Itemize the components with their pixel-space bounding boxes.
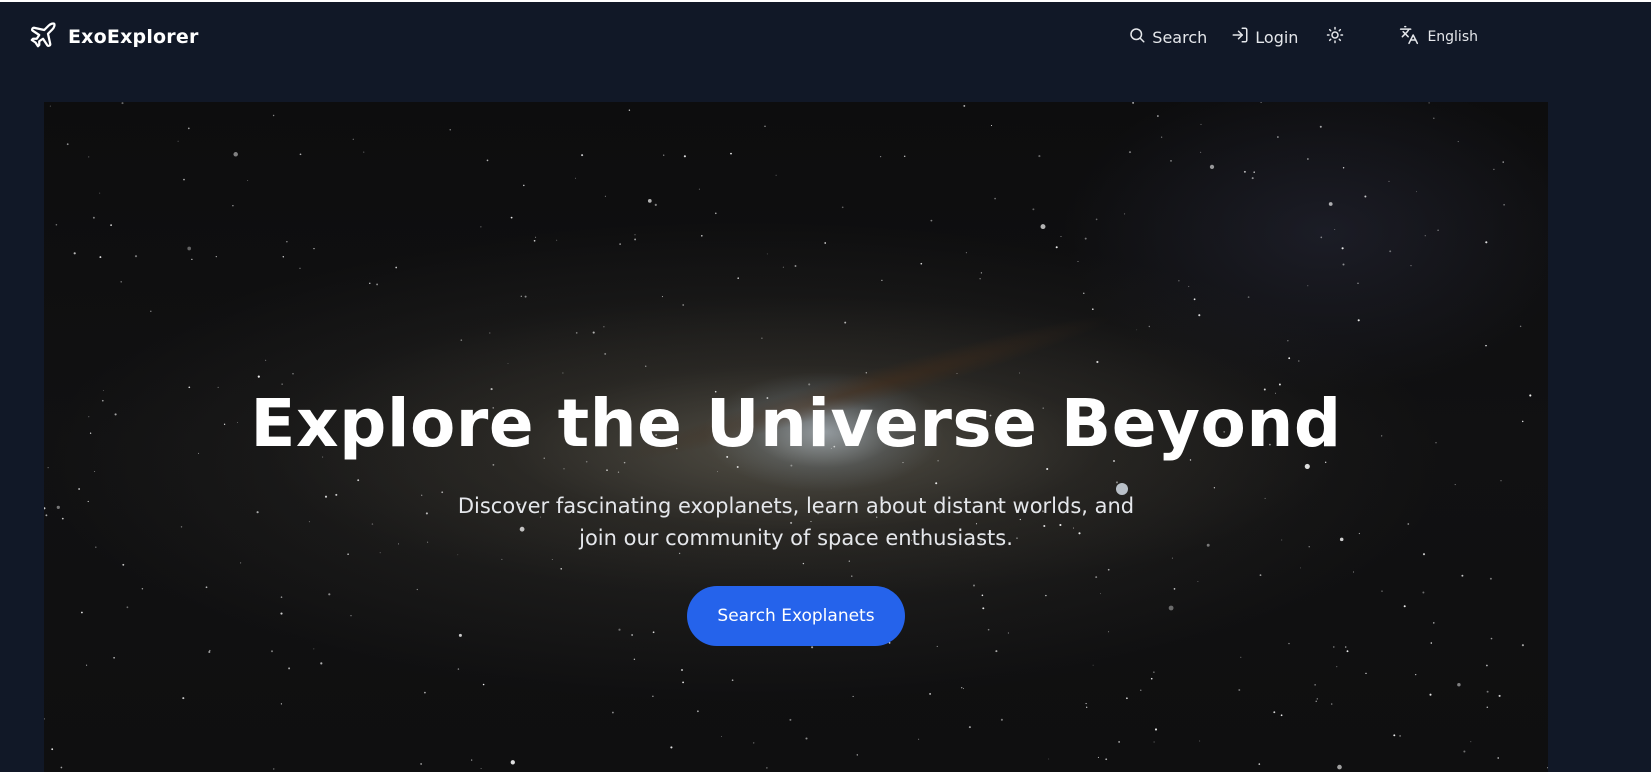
hero-content: Explore the Universe Beyond Discover fas… xyxy=(44,384,1548,646)
language-label: English xyxy=(1427,29,1478,45)
theme-toggle-button[interactable] xyxy=(1326,26,1344,48)
plane-icon xyxy=(28,20,58,54)
search-link[interactable]: Search xyxy=(1128,26,1207,48)
language-selector[interactable]: English xyxy=(1399,25,1478,49)
hero-title: Explore the Universe Beyond xyxy=(250,385,1342,462)
nav-actions: Search Login English xyxy=(1128,20,1478,54)
search-link-label: Search xyxy=(1152,27,1208,47)
search-exoplanets-button[interactable]: Search Exoplanets xyxy=(687,586,905,646)
sun-icon xyxy=(1326,26,1344,48)
hero-subtitle: Discover fascinating exoplanets, learn a… xyxy=(457,494,1135,550)
translate-icon xyxy=(1399,25,1419,49)
login-link-label: Login xyxy=(1255,27,1299,47)
brand-name: ExoExplorer xyxy=(68,26,199,48)
navbar: ExoExplorer Search Login English xyxy=(0,2,1651,70)
hero-section: Explore the Universe Beyond Discover fas… xyxy=(44,102,1548,772)
login-icon xyxy=(1231,26,1249,48)
brand-logo-link[interactable]: ExoExplorer xyxy=(28,20,199,54)
page-side-gutter xyxy=(1548,70,1651,772)
search-icon xyxy=(1128,26,1146,48)
login-link[interactable]: Login xyxy=(1231,26,1298,48)
